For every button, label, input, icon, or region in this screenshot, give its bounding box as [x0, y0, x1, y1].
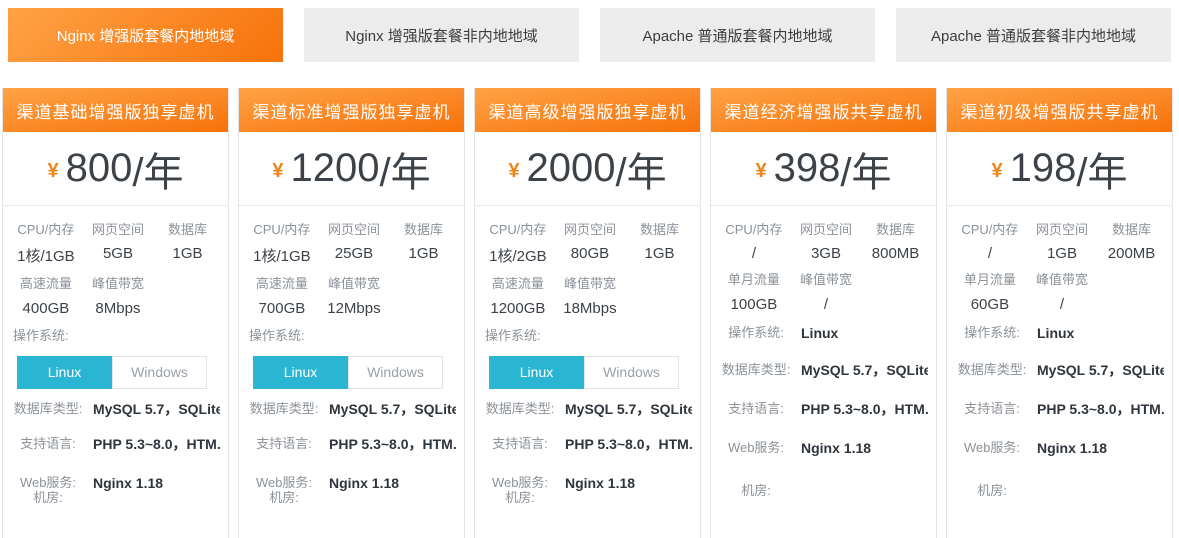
tab-nginx-enhanced-mainland[interactable]: Nginx 增强版套餐内地地域 — [8, 8, 283, 62]
detail-row-web-server: Web服务:Nginx 1.18 — [947, 438, 1172, 459]
os-toggle: Linux Windows — [489, 356, 690, 389]
price-period: /年 — [840, 140, 891, 198]
spec-cell: 网页空间3GB — [791, 222, 861, 262]
spec-cell: 高速流量1200GB — [481, 276, 555, 316]
detail-row-languages: 支持语言:PHP 5.3~8.0，HTM... — [711, 399, 936, 420]
spec-cell: 网页空间25GB — [319, 222, 389, 266]
detail-row-web-server: Web服务:Nginx 1.18 — [711, 438, 936, 459]
detail-row-languages: 支持语言:PHP 5.3~8.0，HTM... — [475, 434, 700, 455]
spec-cell: 数据库800MB — [861, 222, 930, 262]
detail-row-database-type: 数据库类型:MySQL 5.7，SQLite — [711, 360, 936, 381]
spec-cell: 峰值带宽/ — [1027, 272, 1097, 312]
os-option-windows[interactable]: Windows — [348, 356, 443, 389]
detail-row-languages: 支持语言:PHP 5.3~8.0，HTM... — [239, 434, 464, 455]
spec-cell: 高速流量400GB — [9, 276, 83, 316]
detail-row-languages: 支持语言:PHP 5.3~8.0，HTM... — [947, 399, 1172, 420]
price-period: /年 — [379, 140, 430, 198]
spec-cell: 数据库1GB — [625, 222, 694, 266]
plan-card: 渠道基础增强版独享虚机 ¥ 800 /年 CPU/内存1核/1GB 网页空间5G… — [2, 88, 229, 538]
detail-row-database-type: 数据库类型:MySQL 5.7，SQLite — [947, 360, 1172, 381]
price-amount: 2000 — [527, 146, 616, 191]
plan-card: 渠道初级增强版共享虚机 ¥ 198 /年 CPU/内存/ 网页空间1GB 数据库… — [946, 88, 1173, 538]
os-label: 操作系统: — [13, 325, 218, 344]
os-toggle: Linux Windows — [253, 356, 454, 389]
os-label: 操作系统: — [249, 325, 454, 344]
os-option-windows[interactable]: Windows — [584, 356, 679, 389]
currency-symbol: ¥ — [756, 160, 767, 183]
os-option-linux[interactable]: Linux — [489, 356, 584, 389]
plan-title: 渠道初级增强版共享虚机 — [947, 88, 1172, 132]
spec-cell: CPU/内存/ — [953, 222, 1027, 262]
spec-cell: 网页空间80GB — [555, 222, 625, 266]
price-amount: 198 — [1010, 146, 1077, 191]
os-section: 操作系统: Linux Windows — [475, 325, 700, 389]
tab-apache-standard-mainland[interactable]: Apache 普通版套餐内地地域 — [600, 8, 875, 62]
price-amount: 398 — [774, 146, 841, 191]
plan-title: 渠道高级增强版独享虚机 — [475, 88, 700, 132]
price-period: /年 — [615, 140, 666, 198]
spec-cell: 数据库1GB — [389, 222, 458, 266]
spec-cell: CPU/内存1核/1GB — [9, 222, 83, 266]
plan-card: 渠道高级增强版独享虚机 ¥ 2000 /年 CPU/内存1核/2GB 网页空间8… — [474, 88, 701, 538]
detail-row-datacenter: 机房: — [711, 481, 936, 501]
spec-cell: 高速流量700GB — [245, 276, 319, 316]
plan-price: ¥ 1200 /年 — [239, 132, 464, 206]
plan-price: ¥ 198 /年 — [947, 132, 1172, 206]
spec-cell: 峰值带宽/ — [791, 272, 861, 312]
spec-cell: 网页空间5GB — [83, 222, 153, 266]
plan-tabs: Nginx 增强版套餐内地地域 Nginx 增强版套餐非内地地域 Apache … — [0, 0, 1179, 62]
spec-cell: 数据库200MB — [1097, 222, 1166, 262]
spec-cell: 数据库1GB — [153, 222, 222, 266]
currency-symbol: ¥ — [48, 160, 59, 183]
detail-row-database-type: 数据库类型:MySQL 5.7，SQLite — [239, 399, 464, 420]
price-amount: 1200 — [291, 146, 380, 191]
plan-cards-row: 渠道基础增强版独享虚机 ¥ 800 /年 CPU/内存1核/1GB 网页空间5G… — [0, 88, 1179, 538]
price-period: /年 — [1076, 140, 1127, 198]
tab-apache-standard-nonmainland[interactable]: Apache 普通版套餐非内地地域 — [896, 8, 1171, 62]
spec-grid: CPU/内存/ 网页空间3GB 数据库800MB 单月流量100GB 峰值带宽/ — [711, 206, 936, 313]
spec-cell: 网页空间1GB — [1027, 222, 1097, 262]
plan-title: 渠道标准增强版独享虚机 — [239, 88, 464, 132]
spec-grid: CPU/内存1核/2GB 网页空间80GB 数据库1GB 高速流量1200GB … — [475, 206, 700, 317]
plan-title: 渠道经济增强版共享虚机 — [711, 88, 936, 132]
detail-row-os: 操作系统:Linux — [947, 323, 1172, 344]
plan-price: ¥ 398 /年 — [711, 132, 936, 206]
price-amount: 800 — [66, 146, 133, 191]
detail-row-database-type: 数据库类型:MySQL 5.7，SQLite — [475, 399, 700, 420]
plan-price: ¥ 800 /年 — [3, 132, 228, 206]
os-section: 操作系统: Linux Windows — [3, 325, 228, 389]
os-section: 操作系统: Linux Windows — [239, 325, 464, 389]
detail-row-languages: 支持语言:PHP 5.3~8.0，HTM... — [3, 434, 228, 455]
plan-price: ¥ 2000 /年 — [475, 132, 700, 206]
spec-cell: 峰值带宽18Mbps — [555, 276, 625, 316]
os-option-linux[interactable]: Linux — [253, 356, 348, 389]
tab-nginx-enhanced-nonmainland[interactable]: Nginx 增强版套餐非内地地域 — [304, 8, 579, 62]
spec-grid: CPU/内存1核/1GB 网页空间25GB 数据库1GB 高速流量700GB 峰… — [239, 206, 464, 317]
spec-cell: CPU/内存/ — [717, 222, 791, 262]
os-label: 操作系统: — [485, 325, 690, 344]
spec-cell: CPU/内存1核/2GB — [481, 222, 555, 266]
spec-grid: CPU/内存1核/1GB 网页空间5GB 数据库1GB 高速流量400GB 峰值… — [3, 206, 228, 317]
price-period: /年 — [132, 140, 183, 198]
spec-cell: 峰值带宽8Mbps — [83, 276, 153, 316]
currency-symbol: ¥ — [508, 160, 519, 183]
spec-cell: 峰值带宽12Mbps — [319, 276, 389, 316]
currency-symbol: ¥ — [272, 160, 283, 183]
spec-cell: 单月流量100GB — [717, 272, 791, 312]
spec-cell: 单月流量60GB — [953, 272, 1027, 312]
os-toggle: Linux Windows — [17, 356, 218, 389]
os-option-windows[interactable]: Windows — [112, 356, 207, 389]
detail-row-database-type: 数据库类型:MySQL 5.7，SQLite — [3, 399, 228, 420]
plan-card: 渠道经济增强版共享虚机 ¥ 398 /年 CPU/内存/ 网页空间3GB 数据库… — [710, 88, 937, 538]
plan-card: 渠道标准增强版独享虚机 ¥ 1200 /年 CPU/内存1核/1GB 网页空间2… — [238, 88, 465, 538]
detail-row-os: 操作系统:Linux — [711, 323, 936, 344]
spec-grid: CPU/内存/ 网页空间1GB 数据库200MB 单月流量60GB 峰值带宽/ — [947, 206, 1172, 313]
spec-cell: CPU/内存1核/1GB — [245, 222, 319, 266]
os-option-linux[interactable]: Linux — [17, 356, 112, 389]
plan-title: 渠道基础增强版独享虚机 — [3, 88, 228, 132]
currency-symbol: ¥ — [992, 160, 1003, 183]
detail-row-datacenter: 机房: — [947, 481, 1172, 501]
